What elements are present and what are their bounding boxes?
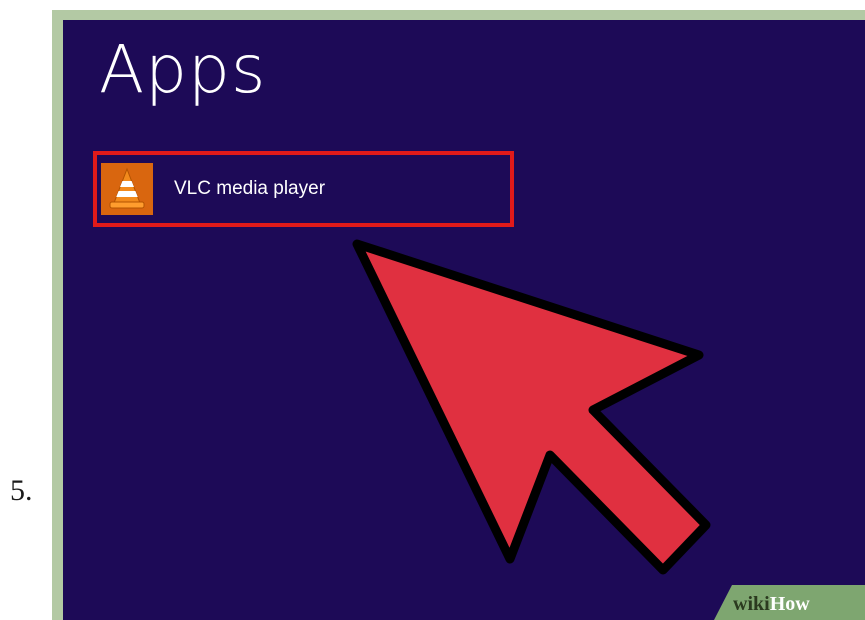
page-title: Apps [99, 31, 267, 108]
app-label: VLC media player [174, 178, 326, 199]
watermark-logo: wikiHow [733, 593, 810, 615]
app-tile-vlc[interactable]: VLC media player [98, 156, 510, 222]
start-screen: Apps VLC media player [63, 20, 865, 620]
arrow-pointer-icon [352, 239, 711, 575]
step-number: 5. [10, 474, 33, 507]
vlc-cone-icon [101, 163, 153, 215]
